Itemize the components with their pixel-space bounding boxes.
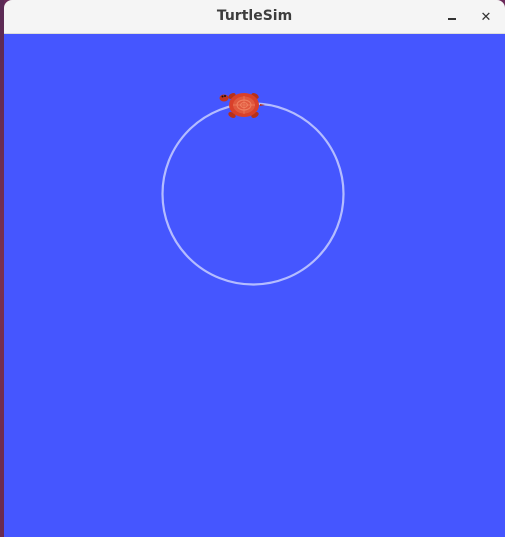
turtle-trail-circle [161, 102, 345, 286]
close-button[interactable]: ✕ [474, 5, 498, 29]
turtle-canvas[interactable] [4, 34, 505, 537]
window-title: TurtleSim [216, 8, 293, 24]
turtle-icon [219, 93, 265, 118]
minimize-button[interactable] [440, 5, 464, 29]
turtlesim-window: TurtleSim ✕ [0, 0, 505, 537]
title-bar[interactable]: TurtleSim ✕ [4, 0, 505, 34]
minimize-icon [448, 18, 456, 20]
close-icon: ✕ [480, 9, 492, 25]
canvas-drawing [161, 93, 345, 286]
